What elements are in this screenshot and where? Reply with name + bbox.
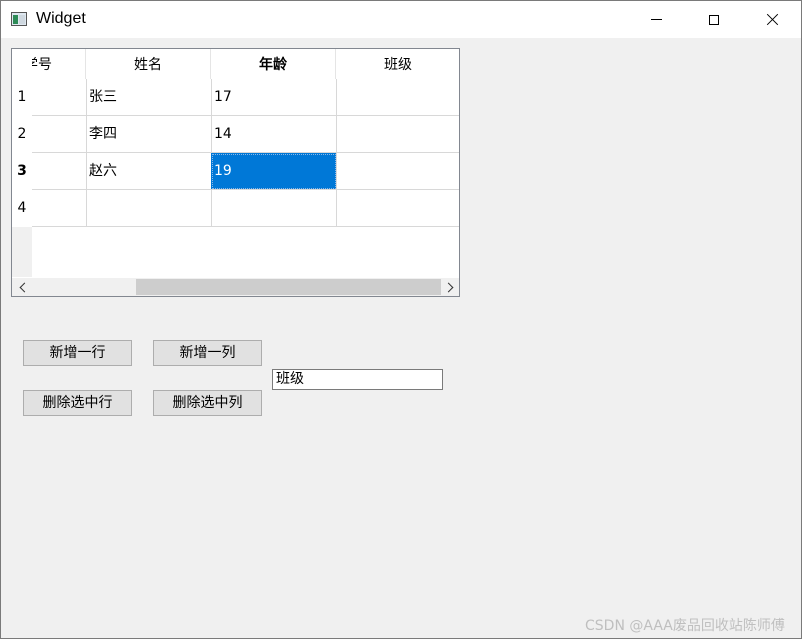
minimize-icon — [650, 19, 662, 20]
table-cell[interactable]: 17 — [211, 79, 337, 116]
table-cell[interactable]: 张三 — [86, 79, 212, 116]
app-icon — [11, 12, 27, 26]
table-cell[interactable] — [211, 190, 337, 227]
table-cell[interactable] — [336, 79, 459, 116]
row-header-2[interactable]: 2 — [12, 116, 32, 153]
table-cell[interactable] — [336, 190, 459, 227]
column-header: 学号 姓名 年龄 班级 — [32, 49, 459, 79]
column-header-name[interactable]: 姓名 — [86, 49, 211, 79]
chevron-left-icon — [19, 282, 30, 292]
row-header-3[interactable]: 3 — [12, 153, 32, 190]
watermark: CSDN @AAA废品回收站陈师傅 — [585, 618, 785, 634]
table-grid: 张三 17 李四 14 赵六 19 — [32, 79, 459, 227]
table-cell[interactable] — [32, 79, 87, 116]
row-header-filler — [12, 227, 32, 277]
chevron-right-icon — [443, 282, 454, 292]
row-header-4[interactable]: 4 — [12, 190, 32, 227]
table-cell[interactable]: 赵六 — [86, 153, 212, 190]
column-header-student-id[interactable]: 学号 — [32, 49, 86, 79]
table-cell[interactable] — [32, 153, 87, 190]
title-bar: Widget — [1, 1, 801, 38]
close-icon — [765, 13, 779, 27]
delete-selected-column-button[interactable]: 删除选中列 — [153, 390, 262, 416]
minimize-button[interactable] — [627, 1, 685, 38]
scrollbar-thumb[interactable] — [136, 279, 441, 295]
scroll-left-button[interactable] — [14, 278, 32, 296]
main-window: Widget 学号 姓名 年龄 班级 1 2 3 4 张三 17 李四 14 — [0, 0, 802, 639]
table-cell-selected[interactable]: 19 — [211, 153, 337, 190]
horizontal-scrollbar[interactable] — [12, 278, 459, 296]
scroll-right-button[interactable] — [441, 278, 459, 296]
table-cell[interactable] — [32, 116, 87, 153]
column-name-input[interactable]: 班级 — [272, 369, 443, 390]
row-header: 1 2 3 4 — [12, 79, 32, 227]
table-cell[interactable] — [86, 190, 212, 227]
table-cell[interactable] — [32, 190, 87, 227]
table-corner — [12, 49, 32, 79]
maximize-icon — [709, 14, 719, 25]
window-title: Widget — [36, 10, 86, 27]
close-button[interactable] — [743, 1, 801, 38]
student-table[interactable]: 学号 姓名 年龄 班级 1 2 3 4 张三 17 李四 14 赵六 19 — [11, 48, 460, 297]
column-header-age[interactable]: 年龄 — [211, 49, 336, 79]
maximize-button[interactable] — [685, 1, 743, 38]
delete-selected-row-button[interactable]: 删除选中行 — [23, 390, 132, 416]
table-cell[interactable]: 14 — [211, 116, 337, 153]
table-cell[interactable]: 李四 — [86, 116, 212, 153]
table-cell[interactable] — [336, 116, 459, 153]
row-header-1[interactable]: 1 — [12, 79, 32, 116]
table-cell[interactable] — [336, 153, 459, 190]
add-column-button[interactable]: 新增一列 — [153, 340, 262, 366]
column-header-class[interactable]: 班级 — [336, 49, 459, 79]
add-row-button[interactable]: 新增一行 — [23, 340, 132, 366]
